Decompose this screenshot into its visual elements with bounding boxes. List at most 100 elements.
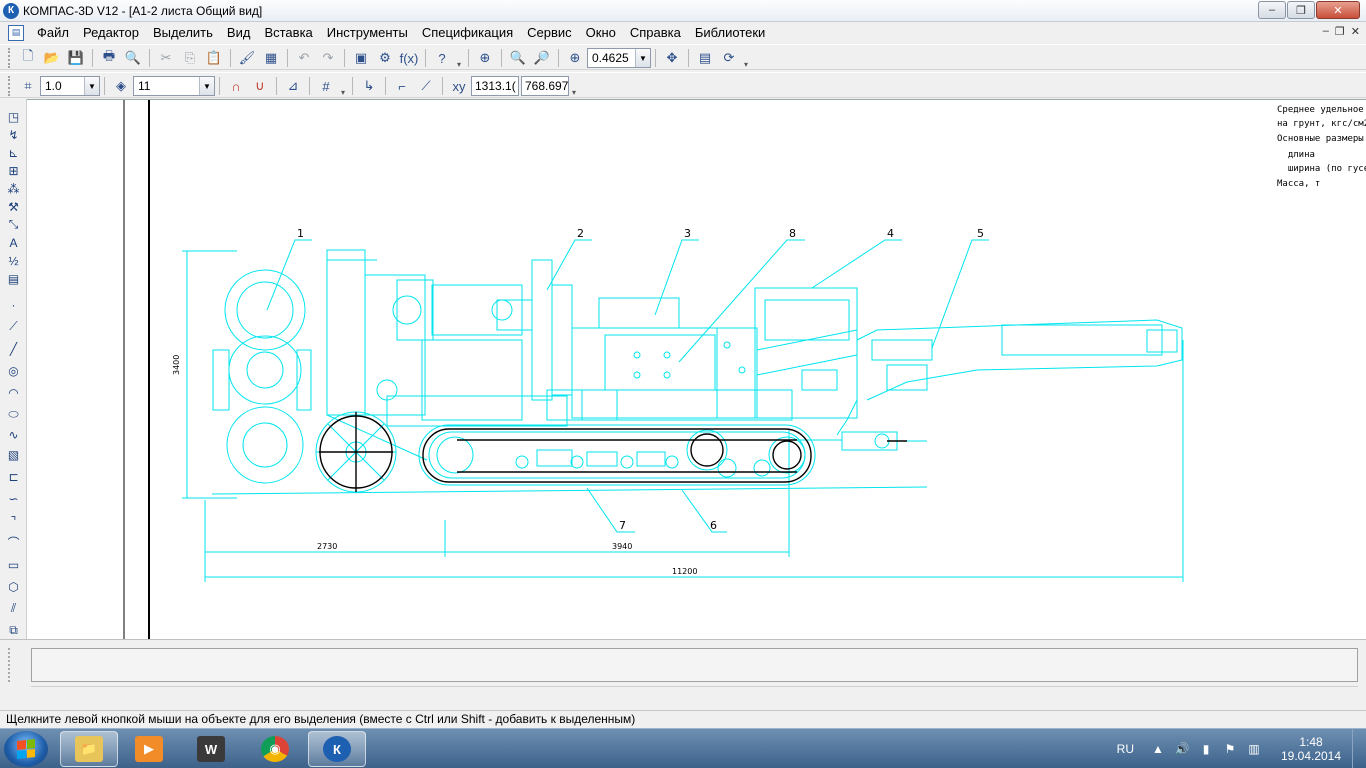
taskbar-kompas[interactable]: К <box>308 731 366 767</box>
format-brush-icon[interactable]: 🖌 <box>236 47 258 69</box>
language-indicator[interactable]: RU <box>1117 742 1134 756</box>
maximize-button[interactable]: ❐ <box>1287 1 1315 19</box>
spec-panel-icon[interactable]: ½ <box>4 251 23 270</box>
open-folder-icon[interactable]: 📂 <box>41 47 63 69</box>
panel-grip[interactable] <box>8 648 14 682</box>
print-preview-icon[interactable]: 🔍 <box>122 47 144 69</box>
properties-box[interactable] <box>31 648 1358 682</box>
show-all-icon[interactable]: ▤ <box>694 47 716 69</box>
battery-icon[interactable]: ▮ <box>1198 741 1214 757</box>
properties-icon[interactable]: ▦ <box>260 47 282 69</box>
zoom-in-icon[interactable]: 🔍 <box>507 47 529 69</box>
kompas-app-icon[interactable]: К <box>3 2 19 19</box>
associative-views-icon[interactable]: A <box>4 233 23 252</box>
toolbar-overflow-icon[interactable]: ▾ <box>454 47 464 69</box>
layer-combo[interactable]: 11 ▼ <box>133 76 215 96</box>
zoom-out-icon[interactable]: 🔎 <box>531 47 553 69</box>
refresh-icon[interactable]: ⟳ <box>718 47 740 69</box>
show-desktop-button[interactable] <box>1352 729 1366 768</box>
undo-icon[interactable]: ↶ <box>293 47 315 69</box>
ortho-mode-icon[interactable]: ⌐ <box>391 75 413 97</box>
measure-panel-icon[interactable]: ⚒ <box>4 197 23 216</box>
point-icon[interactable]: · <box>4 295 23 314</box>
menu-view[interactable]: Вид <box>220 22 258 43</box>
spline-icon[interactable]: ∿ <box>4 425 23 444</box>
toolbar-grip[interactable] <box>8 48 12 68</box>
menu-tools[interactable]: Инструменты <box>320 22 415 43</box>
chevron-down-icon[interactable]: ▼ <box>199 77 214 95</box>
snap-magnet-icon[interactable]: ∩ <box>225 75 247 97</box>
menu-insert[interactable]: Вставка <box>257 22 319 43</box>
chevron-down-icon[interactable]: ▼ <box>635 49 650 67</box>
menu-window[interactable]: Окно <box>579 22 623 43</box>
nurbs-icon[interactable]: ∽ <box>4 489 23 508</box>
cursor-step-icon[interactable]: ⌗ <box>17 75 39 97</box>
menu-libraries[interactable]: Библиотеки <box>688 22 772 43</box>
taskbar-chrome[interactable]: ◉ <box>246 731 304 767</box>
designations-panel-icon[interactable]: ⊾ <box>4 143 23 162</box>
doc-minimize-button[interactable]: – <box>1323 25 1329 38</box>
clock[interactable]: 1:48 19.04.2014 <box>1274 735 1348 763</box>
doc-close-button[interactable]: ✕ <box>1351 25 1360 38</box>
local-snap-icon[interactable]: ∪ <box>249 75 271 97</box>
help-cursor-icon[interactable]: ? <box>431 47 453 69</box>
paste-icon[interactable]: 📋 <box>203 47 225 69</box>
volume-icon[interactable]: 🔊 <box>1174 741 1190 757</box>
taskbar-explorer[interactable]: 📁 <box>60 731 118 767</box>
zoom-scale-icon[interactable]: ⊕ <box>564 47 586 69</box>
fillet-icon[interactable]: ⌒ <box>4 533 23 552</box>
polyline-icon[interactable]: ⊏ <box>4 467 23 486</box>
geometry-panel-icon[interactable]: ◳ <box>4 107 23 126</box>
copy-icon[interactable]: ⎘ <box>179 47 201 69</box>
local-cs-icon[interactable]: ↳ <box>358 75 380 97</box>
menu-file[interactable]: Файл <box>30 22 76 43</box>
reports-panel-icon[interactable]: ▤ <box>4 269 23 288</box>
coord-x-field[interactable]: 1313.1( <box>471 76 519 96</box>
chamfer-icon[interactable]: ⌝ <box>4 511 23 530</box>
new-document-icon[interactable]: 🗋 <box>17 47 39 69</box>
menu-select[interactable]: Выделить <box>146 22 220 43</box>
equidistant-icon[interactable]: ⫽ <box>4 599 23 618</box>
start-button[interactable] <box>4 731 48 767</box>
close-button[interactable]: ✕ <box>1316 1 1360 19</box>
dimensions-panel-icon[interactable]: ↯ <box>4 125 23 144</box>
library-manager-icon[interactable]: ⚙ <box>374 47 396 69</box>
arc-icon[interactable]: ◠ <box>4 383 23 402</box>
action-center-flag-icon[interactable]: ⚑ <box>1222 741 1238 757</box>
taskbar-media-player[interactable]: ▶ <box>120 731 178 767</box>
doc-restore-button[interactable]: ❐ <box>1335 25 1345 38</box>
circle-icon[interactable]: ◎ <box>4 361 23 380</box>
show-hidden-icons-icon[interactable]: ▲ <box>1150 741 1166 757</box>
menu-editor[interactable]: Редактор <box>76 22 146 43</box>
polygon-icon[interactable]: ⬡ <box>4 577 23 596</box>
toolbar-overflow-icon[interactable]: ▾ <box>741 47 751 69</box>
layer-icon[interactable]: ◈ <box>110 75 132 97</box>
coord-y-field[interactable]: 768.697 <box>521 76 569 96</box>
hatch-icon[interactable]: ▧ <box>4 445 23 464</box>
chevron-down-icon[interactable]: ▼ <box>84 77 99 95</box>
minimize-button[interactable]: – <box>1258 1 1286 19</box>
ellipse-icon[interactable]: ⬭ <box>4 405 23 424</box>
step-combo[interactable]: 1.0 ▼ <box>40 76 100 96</box>
redo-icon[interactable]: ↷ <box>317 47 339 69</box>
print-icon[interactable]: 🖶 <box>98 47 120 69</box>
menu-specification[interactable]: Спецификация <box>415 22 520 43</box>
rectangle-icon[interactable]: ▭ <box>4 555 23 574</box>
zoom-window-icon[interactable]: ⊕ <box>474 47 496 69</box>
contour-icon[interactable]: ⧉ <box>4 621 23 640</box>
network-icon[interactable]: ▥ <box>1246 741 1262 757</box>
parametrization-panel-icon[interactable]: ⁂ <box>4 179 23 198</box>
manager-icon[interactable]: ▣ <box>350 47 372 69</box>
orthogonal-icon[interactable]: ⊿ <box>282 75 304 97</box>
toolbar-overflow-icon[interactable]: ▾ <box>569 75 579 97</box>
zoom-combo[interactable]: 0.4625 ▼ <box>587 48 651 68</box>
document-icon[interactable]: ▤ <box>8 24 24 41</box>
taskbar-world-of-tanks[interactable]: W <box>182 731 240 767</box>
pan-icon[interactable]: ✥ <box>661 47 683 69</box>
parametric-mode-icon[interactable]: ⟋ <box>415 75 437 97</box>
toolbar-grip[interactable] <box>8 76 12 96</box>
grid-icon[interactable]: # <box>315 75 337 97</box>
menu-help[interactable]: Справка <box>623 22 688 43</box>
cut-icon[interactable]: ✂ <box>155 47 177 69</box>
save-icon[interactable]: 💾 <box>65 47 87 69</box>
